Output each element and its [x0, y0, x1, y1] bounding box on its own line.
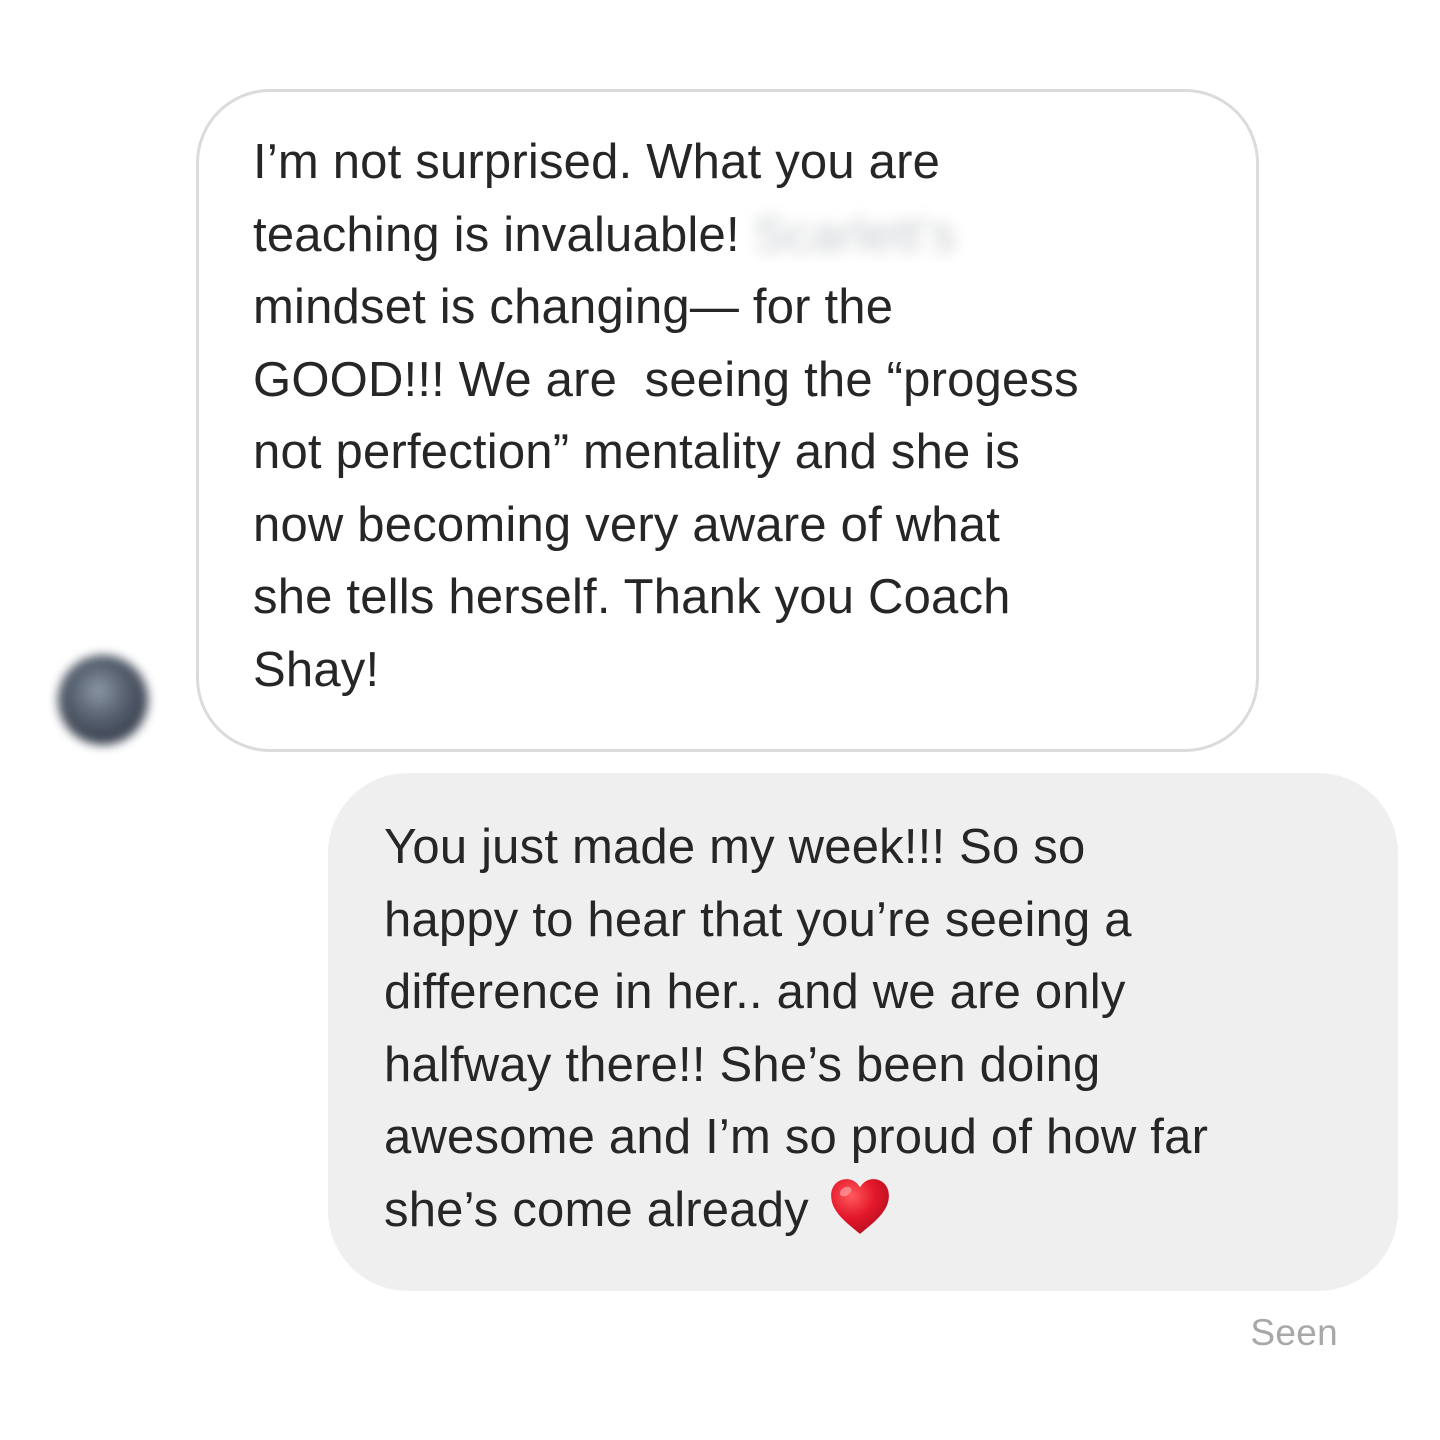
- message-thread: I’m not surprised. What you are teaching…: [0, 0, 1440, 1440]
- seen-status: Seen: [1250, 1312, 1338, 1353]
- message-line: teaching is invaluable! Scarlett’s: [253, 199, 1236, 272]
- message-line: awesome and I’m so proud of how far: [384, 1110, 1209, 1164]
- message-line: GOOD!!! We are seeing the “progess: [253, 352, 1079, 407]
- redacted-name: Scarlett’s: [753, 207, 957, 262]
- message-line: halfway there!! She’s been doing: [384, 1037, 1101, 1092]
- message-line: You just made my week!!! So so: [384, 820, 1086, 874]
- outgoing-message-bubble[interactable]: You just made my week!!! So so happy to …: [328, 773, 1398, 1291]
- message-line: difference in her.. and we are only: [384, 965, 1126, 1019]
- message-line-text: she’s come already: [384, 1182, 809, 1237]
- message-line: I’m not surprised. What you are: [253, 135, 941, 189]
- message-line: she tells herself. Thank you Coach: [253, 570, 1011, 624]
- message-line: she’s come already: [384, 1174, 1378, 1247]
- sender-avatar[interactable]: [58, 655, 148, 745]
- red-heart-icon: [827, 1174, 893, 1240]
- message-line: Shay!: [253, 642, 380, 697]
- incoming-message-bubble[interactable]: I’m not surprised. What you are teaching…: [196, 89, 1259, 752]
- message-line: now becoming very aware of what: [253, 497, 1001, 552]
- message-line: mindset is changing— for the: [253, 280, 894, 334]
- message-line-text: teaching is invaluable!: [253, 207, 740, 262]
- message-line: not perfection” mentality and she is: [253, 425, 1021, 479]
- message-line: happy to hear that you’re seeing a: [384, 892, 1132, 947]
